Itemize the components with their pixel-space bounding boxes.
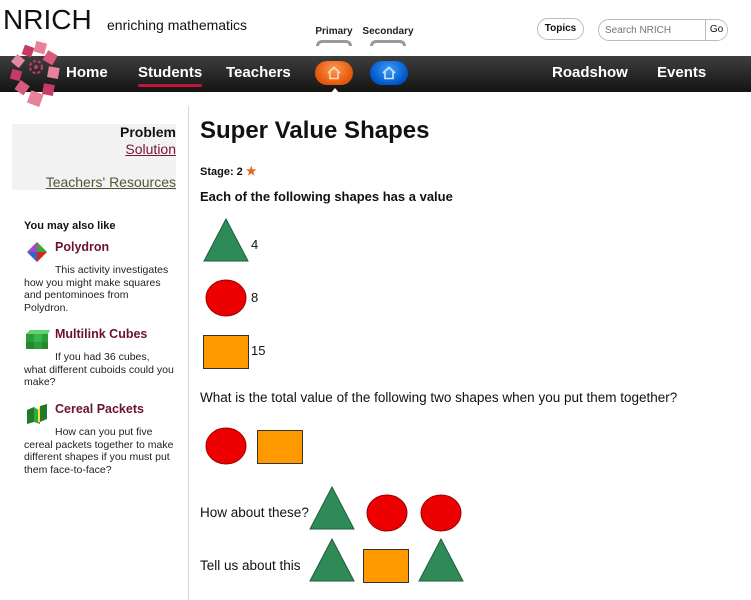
related-description: If you had 36 cubes, what different cubo… [24,351,174,388]
row-label-how-about: How about these? [200,505,309,520]
row-label-tell-us: Tell us about this [200,558,301,573]
related-title[interactable]: Multilink Cubes [55,327,147,341]
nrich-logo-icon[interactable] [5,40,61,112]
related-description: How can you put five cereal packets toge… [24,426,174,476]
topics-button[interactable]: Topics [537,18,584,40]
problem-link[interactable]: Problem [120,124,176,140]
circle-shape [420,494,462,532]
house-icon [382,66,396,80]
cereal-packets-icon [27,404,47,424]
resource-links: Problem Solution Teachers' Resources [12,124,176,190]
primary-home-button[interactable] [315,61,353,94]
circle-value: 8 [251,290,259,305]
related-description: This activity investigates how you might… [24,264,169,314]
secondary-home-button[interactable] [370,61,408,85]
triangle-shape [418,538,464,582]
search-input[interactable] [599,20,707,40]
stage-label: Stage: 2 ★ [200,164,257,178]
rectangle-shape [203,335,249,369]
brand-name: NRICH [3,4,92,35]
teachers-resources-link[interactable]: Teachers' Resources [46,174,176,190]
rectangle-shape [257,430,303,464]
star-icon: ★ [245,164,257,178]
question-text: What is the total value of the following… [200,390,678,405]
bracket-icon [316,40,352,46]
audience-secondary-label: Secondary [358,26,418,46]
rectangle-shape [363,549,409,583]
triangle-value: 4 [251,237,259,252]
rectangle-value: 15 [251,343,266,358]
bracket-icon [370,40,406,46]
polydron-icon [27,242,47,262]
solution-link[interactable]: Solution [125,141,176,157]
audience-primary-label: Primary [304,26,364,46]
circle-shape [366,494,408,532]
related-title[interactable]: Cereal Packets [55,402,144,416]
also-like-heading: You may also like [24,220,116,232]
triangle-shape [203,218,249,262]
house-icon [327,66,341,80]
page-title: Super Value Shapes [200,117,430,144]
circle-shape [205,427,247,465]
nav-home[interactable]: Home [66,64,108,81]
triangle-shape [309,486,355,530]
nav-events[interactable]: Events [657,64,706,81]
related-title[interactable]: Polydron [55,240,109,254]
search-go-button[interactable]: Go [705,20,727,40]
multilink-cubes-icon [26,330,50,349]
brand-tagline: enriching mathematics [107,17,248,33]
triangle-shape [309,538,355,582]
nav-roadshow[interactable]: Roadshow [552,64,628,81]
search-box: Go [598,19,728,41]
nav-teachers[interactable]: Teachers [226,64,291,81]
nav-students[interactable]: Students [138,64,203,87]
intro-text: Each of the following shapes has a value [200,189,453,204]
column-divider [188,106,189,600]
main-navbar: Home Students Teachers Roadshow Events [0,56,751,94]
circle-shape [205,279,247,317]
